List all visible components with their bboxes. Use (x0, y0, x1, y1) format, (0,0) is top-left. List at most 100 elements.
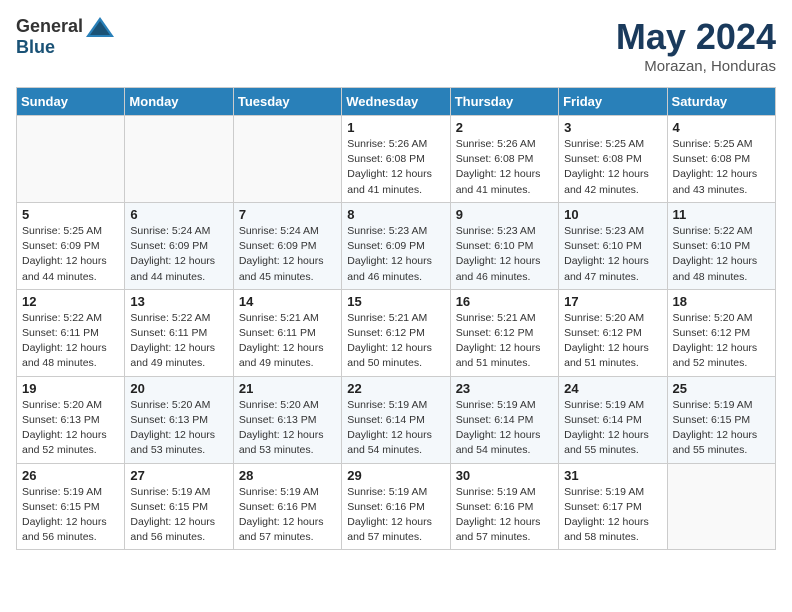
day-number: 5 (22, 207, 119, 222)
calendar-day-cell: 28Sunrise: 5:19 AM Sunset: 6:16 PM Dayli… (233, 463, 341, 550)
calendar-day-cell: 19Sunrise: 5:20 AM Sunset: 6:13 PM Dayli… (17, 376, 125, 463)
day-info: Sunrise: 5:20 AM Sunset: 6:13 PM Dayligh… (22, 398, 119, 459)
day-info: Sunrise: 5:20 AM Sunset: 6:12 PM Dayligh… (673, 311, 770, 372)
calendar-header-cell: Friday (559, 88, 667, 116)
calendar-day-cell: 29 Sunrise: 5:19 AM Sunset: 6:16 PM Dayli… (342, 463, 450, 550)
calendar-day-cell: 14Sunrise: 5:21 AM Sunset: 6:11 PM Dayli… (233, 289, 341, 376)
calendar-day-cell (233, 116, 341, 203)
logo-general-text: General (16, 16, 83, 37)
calendar-week-row: 5 Sunrise: 5:25 AM Sunset: 6:09 PM Daylig… (17, 202, 776, 289)
calendar-header-cell: Sunday (17, 88, 125, 116)
calendar-day-cell: 23Sunrise: 5:19 AM Sunset: 6:14 PM Dayli… (450, 376, 558, 463)
calendar-week-row: 19Sunrise: 5:20 AM Sunset: 6:13 PM Dayli… (17, 376, 776, 463)
calendar-day-cell: 22 Sunrise: 5:19 AM Sunset: 6:14 PM Dayli… (342, 376, 450, 463)
day-info: Sunrise: 5:22 AM Sunset: 6:11 PM Dayligh… (130, 311, 227, 372)
day-info: Sunrise: 5:24 AM Sunset: 6:09 PM Dayligh… (239, 224, 336, 285)
calendar-day-cell: 21 Sunrise: 5:20 AM Sunset: 6:13 PM Dayli… (233, 376, 341, 463)
calendar-day-cell: 30Sunrise: 5:19 AM Sunset: 6:16 PM Dayli… (450, 463, 558, 550)
calendar-day-cell: 27Sunrise: 5:19 AM Sunset: 6:15 PM Dayli… (125, 463, 233, 550)
day-number: 20 (130, 381, 227, 396)
calendar-day-cell: 6 Sunrise: 5:24 AM Sunset: 6:09 PM Daylig… (125, 202, 233, 289)
day-number: 10 (564, 207, 661, 222)
calendar-day-cell: 5 Sunrise: 5:25 AM Sunset: 6:09 PM Daylig… (17, 202, 125, 289)
day-number: 31 (564, 468, 661, 483)
day-info: Sunrise: 5:26 AM Sunset: 6:08 PM Dayligh… (456, 137, 553, 198)
calendar-day-cell: 7 Sunrise: 5:24 AM Sunset: 6:09 PM Daylig… (233, 202, 341, 289)
day-info: Sunrise: 5:19 AM Sunset: 6:16 PM Dayligh… (347, 485, 444, 546)
day-info: Sunrise: 5:25 AM Sunset: 6:08 PM Dayligh… (673, 137, 770, 198)
calendar-week-row: 1Sunrise: 5:26 AM Sunset: 6:08 PM Daylig… (17, 116, 776, 203)
page-header: General Blue May 2024 Morazan, Honduras (16, 16, 776, 75)
calendar-day-cell: 10 Sunrise: 5:23 AM Sunset: 6:10 PM Dayli… (559, 202, 667, 289)
day-number: 18 (673, 294, 770, 309)
day-info: Sunrise: 5:19 AM Sunset: 6:14 PM Dayligh… (456, 398, 553, 459)
day-info: Sunrise: 5:20 AM Sunset: 6:13 PM Dayligh… (239, 398, 336, 459)
calendar-day-cell: 15 Sunrise: 5:21 AM Sunset: 6:12 PM Dayli… (342, 289, 450, 376)
day-info: Sunrise: 5:19 AM Sunset: 6:17 PM Dayligh… (564, 485, 661, 546)
day-number: 13 (130, 294, 227, 309)
day-info: Sunrise: 5:22 AM Sunset: 6:11 PM Dayligh… (22, 311, 119, 372)
day-info: Sunrise: 5:22 AM Sunset: 6:10 PM Dayligh… (673, 224, 770, 285)
calendar-day-cell: 2 Sunrise: 5:26 AM Sunset: 6:08 PM Daylig… (450, 116, 558, 203)
day-number: 22 (347, 381, 444, 396)
day-number: 30 (456, 468, 553, 483)
day-info: Sunrise: 5:26 AM Sunset: 6:08 PM Dayligh… (347, 137, 444, 198)
day-number: 15 (347, 294, 444, 309)
day-number: 26 (22, 468, 119, 483)
day-number: 6 (130, 207, 227, 222)
calendar-day-cell: 9 Sunrise: 5:23 AM Sunset: 6:10 PM Daylig… (450, 202, 558, 289)
day-number: 4 (673, 120, 770, 135)
logo: General Blue (16, 16, 114, 58)
day-info: Sunrise: 5:19 AM Sunset: 6:14 PM Dayligh… (564, 398, 661, 459)
calendar-day-cell: 1Sunrise: 5:26 AM Sunset: 6:08 PM Daylig… (342, 116, 450, 203)
day-number: 2 (456, 120, 553, 135)
day-info: Sunrise: 5:21 AM Sunset: 6:12 PM Dayligh… (456, 311, 553, 372)
day-number: 16 (456, 294, 553, 309)
calendar-day-cell: 31 Sunrise: 5:19 AM Sunset: 6:17 PM Dayli… (559, 463, 667, 550)
calendar-day-cell: 25 Sunrise: 5:19 AM Sunset: 6:15 PM Dayli… (667, 376, 775, 463)
calendar-body: 1Sunrise: 5:26 AM Sunset: 6:08 PM Daylig… (17, 116, 776, 550)
logo-icon (86, 17, 114, 37)
title-area: May 2024 Morazan, Honduras (616, 16, 776, 75)
day-info: Sunrise: 5:19 AM Sunset: 6:14 PM Dayligh… (347, 398, 444, 459)
day-info: Sunrise: 5:23 AM Sunset: 6:09 PM Dayligh… (347, 224, 444, 285)
calendar-day-cell: 12 Sunrise: 5:22 AM Sunset: 6:11 PM Dayli… (17, 289, 125, 376)
calendar-day-cell (17, 116, 125, 203)
calendar-day-cell: 20 Sunrise: 5:20 AM Sunset: 6:13 PM Dayli… (125, 376, 233, 463)
day-info: Sunrise: 5:23 AM Sunset: 6:10 PM Dayligh… (456, 224, 553, 285)
day-info: Sunrise: 5:23 AM Sunset: 6:10 PM Dayligh… (564, 224, 661, 285)
logo-blue-text: Blue (16, 37, 55, 58)
day-info: Sunrise: 5:25 AM Sunset: 6:09 PM Dayligh… (22, 224, 119, 285)
calendar-day-cell: 16 Sunrise: 5:21 AM Sunset: 6:12 PM Dayli… (450, 289, 558, 376)
calendar-day-cell: 18 Sunrise: 5:20 AM Sunset: 6:12 PM Dayli… (667, 289, 775, 376)
day-info: Sunrise: 5:19 AM Sunset: 6:15 PM Dayligh… (130, 485, 227, 546)
day-number: 28 (239, 468, 336, 483)
calendar-day-cell: 8 Sunrise: 5:23 AM Sunset: 6:09 PM Daylig… (342, 202, 450, 289)
day-number: 25 (673, 381, 770, 396)
calendar-day-cell: 13 Sunrise: 5:22 AM Sunset: 6:11 PM Dayli… (125, 289, 233, 376)
calendar-day-cell: 24Sunrise: 5:19 AM Sunset: 6:14 PM Dayli… (559, 376, 667, 463)
day-info: Sunrise: 5:20 AM Sunset: 6:12 PM Dayligh… (564, 311, 661, 372)
day-number: 11 (673, 207, 770, 222)
calendar-week-row: 12 Sunrise: 5:22 AM Sunset: 6:11 PM Dayli… (17, 289, 776, 376)
calendar-day-cell: 26Sunrise: 5:19 AM Sunset: 6:15 PM Dayli… (17, 463, 125, 550)
day-number: 29 (347, 468, 444, 483)
calendar-header-row: SundayMondayTuesdayWednesdayThursdayFrid… (17, 88, 776, 116)
day-info: Sunrise: 5:20 AM Sunset: 6:13 PM Dayligh… (130, 398, 227, 459)
day-number: 3 (564, 120, 661, 135)
day-number: 12 (22, 294, 119, 309)
calendar-header-cell: Tuesday (233, 88, 341, 116)
day-info: Sunrise: 5:19 AM Sunset: 6:15 PM Dayligh… (673, 398, 770, 459)
day-number: 9 (456, 207, 553, 222)
calendar-day-cell (125, 116, 233, 203)
day-number: 21 (239, 381, 336, 396)
day-info: Sunrise: 5:21 AM Sunset: 6:12 PM Dayligh… (347, 311, 444, 372)
calendar-header-cell: Saturday (667, 88, 775, 116)
day-info: Sunrise: 5:24 AM Sunset: 6:09 PM Dayligh… (130, 224, 227, 285)
calendar-table: SundayMondayTuesdayWednesdayThursdayFrid… (16, 87, 776, 550)
day-number: 8 (347, 207, 444, 222)
day-number: 7 (239, 207, 336, 222)
day-number: 14 (239, 294, 336, 309)
calendar-header-cell: Monday (125, 88, 233, 116)
calendar-day-cell: 17Sunrise: 5:20 AM Sunset: 6:12 PM Dayli… (559, 289, 667, 376)
